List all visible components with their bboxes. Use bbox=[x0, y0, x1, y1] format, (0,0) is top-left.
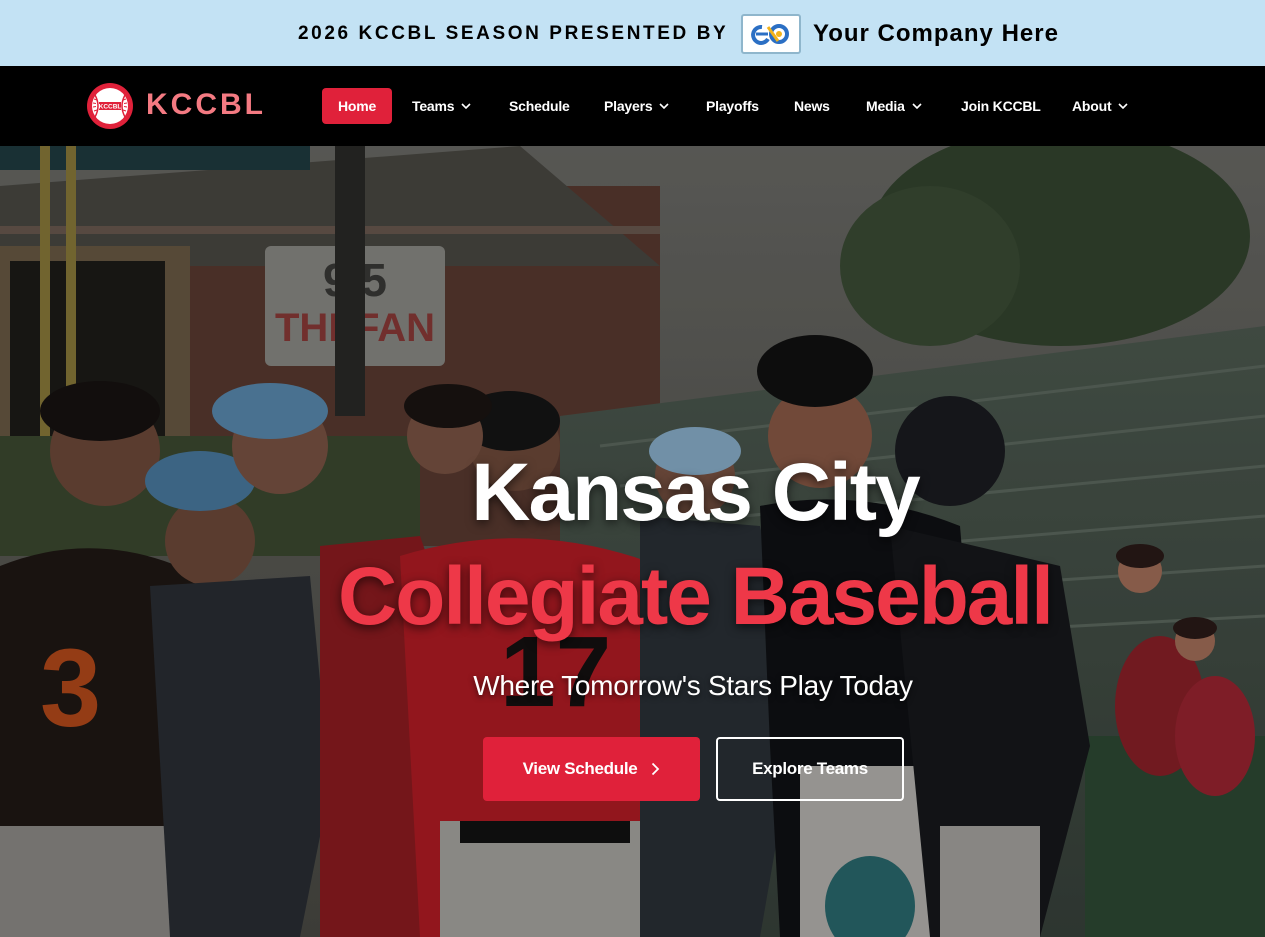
nav-join-label: Join KCCBL bbox=[961, 98, 1041, 114]
hero-overlay bbox=[0, 146, 1265, 937]
nav-news[interactable]: News bbox=[794, 88, 830, 124]
nav-schedule[interactable]: Schedule bbox=[509, 88, 570, 124]
chevron-down-icon bbox=[912, 103, 922, 109]
nav-about-label: About bbox=[1072, 98, 1112, 114]
nav-media-label: Media bbox=[866, 98, 905, 114]
nav-schedule-label: Schedule bbox=[509, 98, 570, 114]
explore-teams-label: Explore Teams bbox=[752, 759, 868, 778]
chevron-down-icon bbox=[461, 103, 471, 109]
nav-players-label: Players bbox=[604, 98, 653, 114]
hero-section: 9 5 THEFAN 3 bbox=[0, 146, 1265, 937]
chevron-down-icon bbox=[1118, 103, 1129, 109]
sponsor-bar: 2026 KCCBL SEASON PRESENTED BY Your Comp… bbox=[0, 0, 1265, 66]
chevron-right-icon bbox=[652, 762, 660, 776]
nav-playoffs-label: Playoffs bbox=[706, 98, 759, 114]
view-schedule-button[interactable]: View Schedule bbox=[483, 737, 700, 801]
explore-teams-button[interactable]: Explore Teams bbox=[716, 737, 904, 801]
sponsor-company-name[interactable]: Your Company Here bbox=[813, 20, 1059, 48]
nav-home-label: Home bbox=[338, 98, 377, 114]
nav-playoffs[interactable]: Playoffs bbox=[706, 88, 759, 124]
nav-join-kccbl[interactable]: Join KCCBL bbox=[961, 88, 1041, 124]
sponsor-logo-icon[interactable] bbox=[741, 14, 801, 54]
nav-news-label: News bbox=[794, 98, 830, 114]
hero-subtitle: Where Tomorrow's Stars Play Today bbox=[473, 670, 913, 701]
nav-home[interactable]: Home bbox=[322, 88, 393, 124]
hero-title-line1: Kansas City bbox=[471, 447, 920, 538]
sponsor-text: 2026 KCCBL SEASON PRESENTED BY bbox=[298, 23, 729, 44]
nav-media[interactable]: Media bbox=[866, 88, 922, 124]
nav-players[interactable]: Players bbox=[604, 88, 669, 124]
nav-teams-label: Teams bbox=[412, 98, 455, 114]
brand-name[interactable]: KCCBL bbox=[146, 88, 266, 122]
view-schedule-label: View Schedule bbox=[522, 759, 638, 778]
nav-teams[interactable]: Teams bbox=[412, 88, 471, 124]
chevron-down-icon bbox=[659, 103, 669, 109]
baseball-logo-icon[interactable]: KCCBL bbox=[86, 82, 134, 130]
nav-about[interactable]: About bbox=[1072, 88, 1129, 124]
hero-title-line2: Collegiate Baseball bbox=[338, 551, 1054, 642]
baseball-logo-label: KCCBL bbox=[99, 104, 122, 111]
